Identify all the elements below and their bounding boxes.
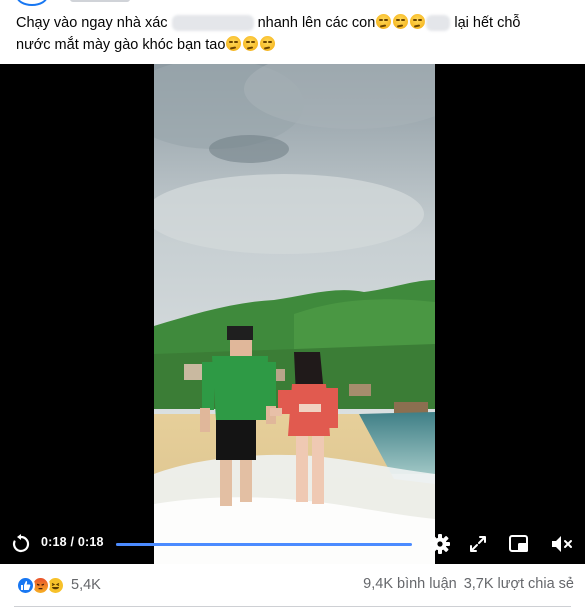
video-controls: 0:18 / 0:18 [0,524,585,564]
caption-text-4: nước mắt mày gào khóc bạn tao [16,37,226,53]
post-header [0,0,585,8]
volume-muted-icon[interactable] [550,532,574,556]
reaction-count: 5,4K [71,577,101,593]
smirking-face-icon [243,36,259,51]
smirking-face-icon [410,14,426,29]
smirking-face-icon [260,36,276,51]
like-reaction-icon [16,575,35,595]
fullscreen-icon[interactable] [466,532,490,556]
shares-count-link[interactable]: 3,7K lượt chia sẻ [464,576,574,592]
post-footer: 5,4K 9,4K bình luận 3,7K lượt chia sẻ [0,564,585,607]
caption-text-3: lại hết chỗ [454,15,521,31]
censored-text [171,15,254,32]
page-avatar[interactable] [16,0,48,6]
engagement-stats: 9,4K bình luận 3,7K lượt chia sẻ [363,576,574,592]
post-caption: Chạy vào ngay nhà xác nhanh lên các con … [16,12,572,56]
smirking-face-icon [226,36,242,51]
reactions-summary[interactable]: 5,4K [16,575,101,595]
censored-text [426,15,451,32]
page-name[interactable] [70,0,130,2]
caption-text-2: nhanh lên các con [257,15,376,31]
video-player[interactable]: 0:18 / 0:18 [0,64,585,564]
smirking-face-icon [393,14,409,29]
settings-icon[interactable] [428,532,452,556]
video-progress-bar[interactable] [116,543,412,546]
replay-icon[interactable] [9,532,33,556]
video-progress-fill [116,543,412,546]
caption-text-1: Chạy vào ngay nhà xác [16,15,168,31]
picture-in-picture-icon[interactable] [507,532,531,556]
video-scene [154,64,435,564]
smirking-face-icon [376,14,392,29]
video-frame[interactable] [154,64,435,564]
video-time: 0:18 / 0:18 [41,535,104,549]
comments-count-link[interactable]: 9,4K bình luận [363,576,457,592]
